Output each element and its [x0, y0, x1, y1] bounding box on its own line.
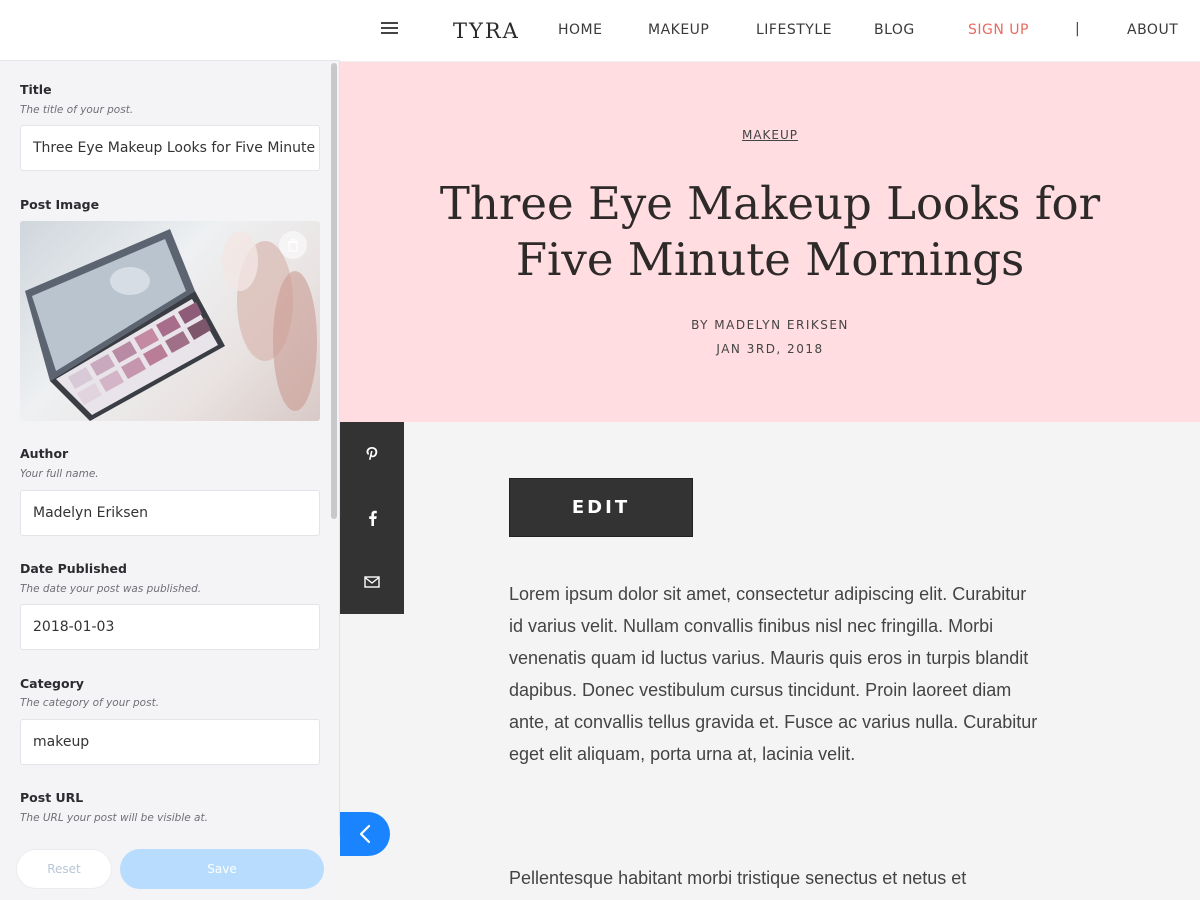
- post-image-preview[interactable]: [20, 221, 320, 421]
- category-help: The category of your post.: [20, 697, 160, 709]
- save-button[interactable]: Save: [120, 849, 324, 889]
- facebook-icon: [368, 510, 377, 526]
- author-label: Author: [20, 446, 69, 461]
- share-facebook-button[interactable]: [340, 486, 404, 550]
- date-published-help: The date your post was published.: [20, 583, 202, 595]
- title-label: Title: [20, 82, 52, 97]
- trash-icon: [288, 239, 298, 252]
- nav-lifestyle[interactable]: LIFESTYLE: [756, 22, 832, 38]
- date-published-input[interactable]: 2018-01-03: [20, 604, 320, 650]
- editor-header: [0, 0, 340, 61]
- author-input[interactable]: Madelyn Eriksen: [20, 490, 320, 536]
- post-url-help: The URL your post will be visible at.: [20, 812, 208, 824]
- nav-sign-up[interactable]: SIGN UP: [968, 22, 1029, 38]
- post-url-label: Post URL: [20, 790, 84, 805]
- title-help: The title of your post.: [20, 104, 134, 116]
- share-pinterest-button[interactable]: [340, 422, 404, 486]
- share-email-button[interactable]: [340, 550, 404, 614]
- nav-separator: |: [1075, 21, 1080, 37]
- date-published-label: Date Published: [20, 561, 127, 576]
- nav-makeup[interactable]: MAKEUP: [648, 22, 709, 38]
- category-input[interactable]: makeup: [20, 719, 320, 765]
- post-date: JAN 3RD, 2018: [716, 342, 824, 356]
- reset-button[interactable]: Reset: [16, 849, 112, 889]
- post-byline: BY MADELYN ERIKSEN: [691, 318, 849, 332]
- editor-panel: Title The title of your post. Three Eye …: [0, 0, 340, 900]
- nav-home[interactable]: HOME: [558, 22, 602, 38]
- editor-scrollbar[interactable]: [331, 63, 337, 519]
- category-label: Category: [20, 676, 84, 691]
- site-logo[interactable]: TYRA: [453, 19, 520, 43]
- title-input[interactable]: Three Eye Makeup Looks for Five Minute M…: [20, 125, 320, 171]
- edit-button[interactable]: EDIT: [509, 478, 693, 537]
- eyeshadow-palette-image: [25, 229, 317, 421]
- pinterest-icon: [366, 447, 378, 460]
- post-paragraph: Pellentesque habitant morbi tristique se…: [509, 868, 967, 888]
- remove-image-button[interactable]: [279, 231, 307, 259]
- nav-blog[interactable]: BLOG: [874, 22, 915, 38]
- menu-icon[interactable]: [381, 22, 398, 36]
- author-help: Your full name.: [20, 468, 99, 480]
- post-paragraph: Lorem ipsum dolor sit amet, consectetur …: [509, 584, 1038, 764]
- chevron-left-icon: [359, 824, 371, 844]
- post-category-link[interactable]: MAKEUP: [742, 128, 798, 142]
- nav-about[interactable]: ABOUT: [1127, 22, 1178, 38]
- hero-category-wrap: MAKEUP: [340, 128, 1200, 142]
- mail-icon: [364, 576, 380, 588]
- post-image-label: Post Image: [20, 197, 100, 212]
- toggle-editor-button[interactable]: [340, 812, 390, 856]
- post-title: Three Eye Makeup Looks for Five Minute M…: [439, 177, 1101, 286]
